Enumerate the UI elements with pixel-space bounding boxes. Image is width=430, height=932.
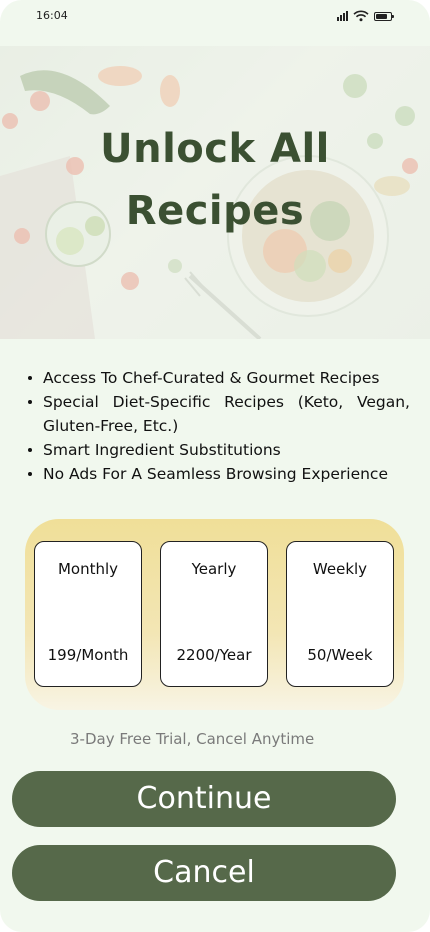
status-icons — [337, 10, 394, 22]
status-time: 16:04 — [36, 9, 68, 22]
feature-list: Access To Chef-Curated & Gourmet Recipes… — [28, 366, 410, 486]
wifi-icon — [353, 10, 369, 22]
plan-price: 199/Month — [47, 646, 129, 664]
page-title: Unlock All Recipes — [0, 118, 430, 242]
plans-panel: Monthly 199/Month Yearly 2200/Year Weekl… — [25, 519, 404, 710]
plan-card-monthly[interactable]: Monthly 199/Month — [34, 541, 142, 687]
trial-note: 3-Day Free Trial, Cancel Anytime — [70, 730, 315, 748]
title-line-2: Recipes — [125, 188, 305, 234]
title-line-1: Unlock All — [100, 126, 330, 172]
plan-card-weekly[interactable]: Weekly 50/Week — [286, 541, 394, 687]
plan-card-yearly[interactable]: Yearly 2200/Year — [160, 541, 268, 687]
feature-item: Special Diet-Specific Recipes (Keto, Veg… — [28, 390, 410, 438]
feature-item: Access To Chef-Curated & Gourmet Recipes — [28, 366, 410, 390]
continue-button[interactable]: Continue — [12, 771, 396, 827]
signal-icon — [337, 11, 348, 21]
plan-name: Yearly — [191, 560, 237, 578]
paywall-screen: 16:04 Unlock All Recipes Access To Chef-… — [0, 0, 430, 932]
status-bar: 16:04 — [0, 0, 430, 34]
plan-name: Monthly — [57, 560, 119, 578]
plan-price: 2200/Year — [176, 646, 252, 664]
feature-item: No Ads For A Seamless Browsing Experienc… — [28, 462, 410, 486]
feature-item: Smart Ingredient Substitutions — [28, 438, 410, 462]
battery-icon — [374, 11, 394, 21]
plan-price: 50/Week — [307, 646, 373, 664]
plan-name: Weekly — [312, 560, 368, 578]
cancel-button[interactable]: Cancel — [12, 845, 396, 901]
hero-banner: Unlock All Recipes — [0, 46, 430, 339]
